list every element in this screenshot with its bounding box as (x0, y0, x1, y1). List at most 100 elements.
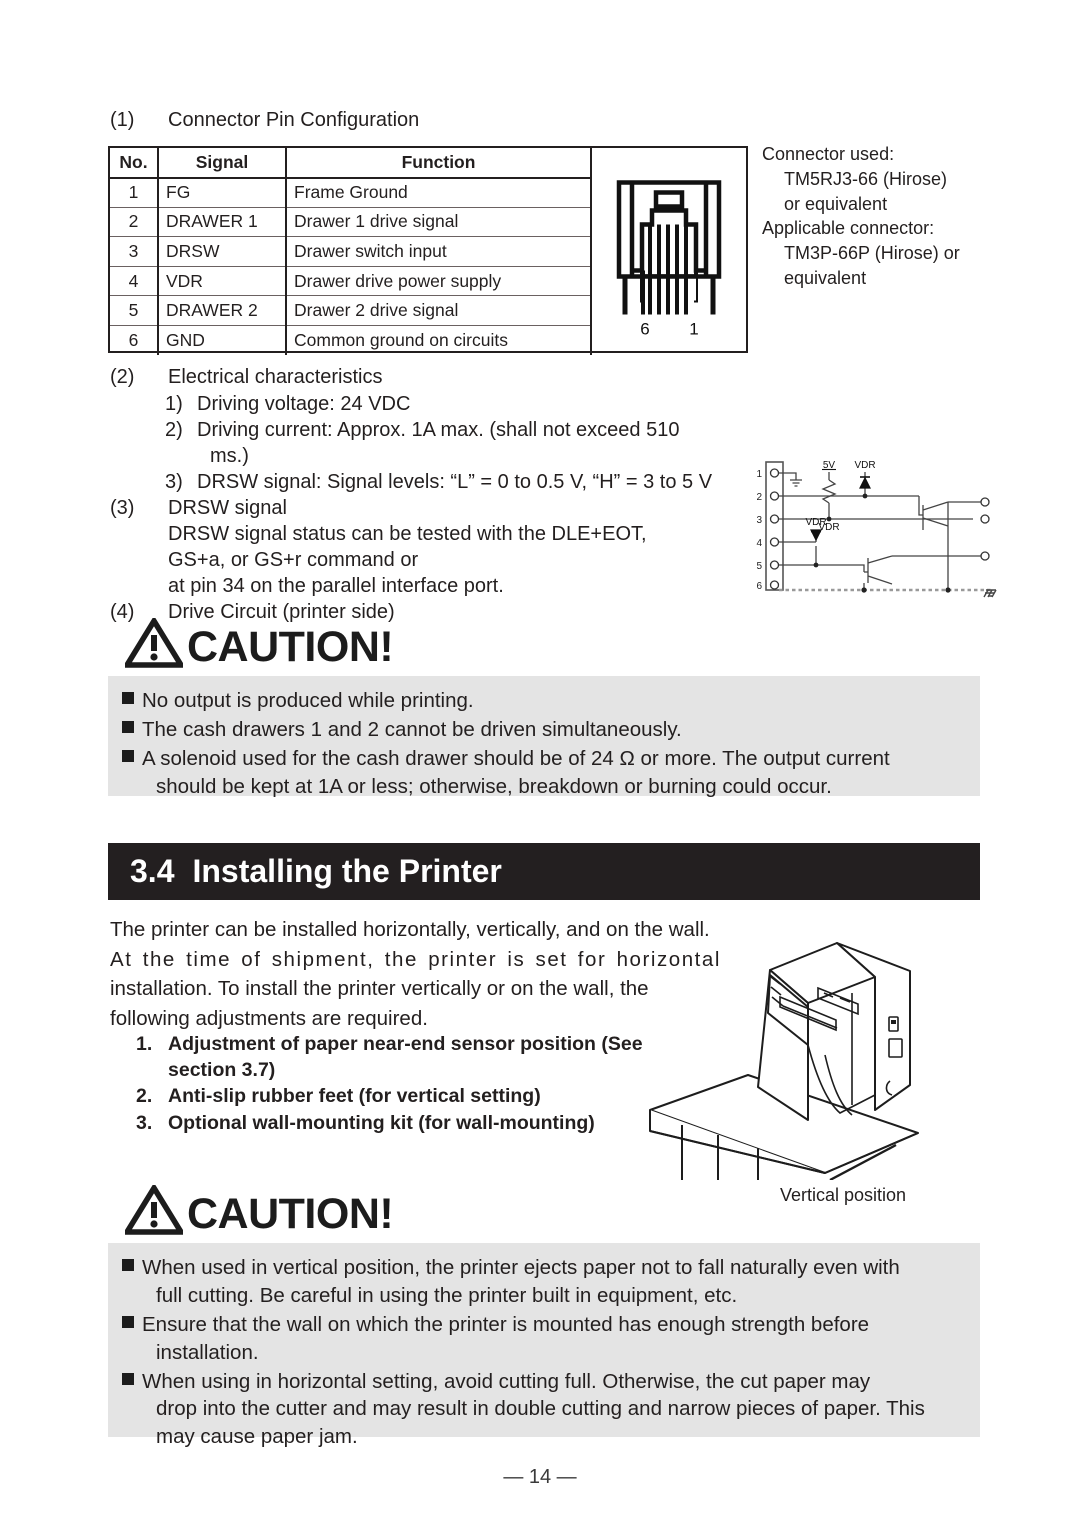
cell-signal: DRAWER 1 (158, 207, 287, 238)
connector-pin-label-6: 6 (640, 319, 649, 337)
section-1-heading: (1) Connector Pin Configuration (110, 108, 419, 134)
drsw-line-3-text: at pin 34 on the parallel interface port… (168, 575, 504, 597)
connector-note-line-6: equivalent (784, 268, 867, 289)
connector-note-line-1: Connector used: (762, 144, 895, 164)
section-1-title: Connector Pin Configuration (168, 109, 420, 131)
circuit-pin-label-1: 1 (756, 469, 762, 480)
caution-1-item: A solenoid used for the cash drawer shou… (122, 745, 966, 801)
cell-function: Common ground on circuits (286, 325, 592, 356)
intro-line-4: following adjustments are required. (110, 1006, 428, 1030)
connector-note-line-3: or equivalent (784, 193, 888, 214)
cell-signal: DRSW (158, 236, 287, 267)
connector-pin-table: No. Signal Function 1 FG Frame Ground 2 … (108, 146, 748, 356)
circuit-pin-label-4: 4 (756, 538, 762, 549)
circuit-pin-label-5: 5 (756, 561, 762, 572)
caution-1-box: No output is produced while printing. Th… (108, 676, 980, 798)
caution-2-item1-line1: When used in vertical position, the prin… (142, 1256, 900, 1279)
drsw-line-1: DRSW signal status can be tested with th… (168, 522, 647, 548)
caution-2-item-text: When used in vertical position, the prin… (142, 1254, 966, 1310)
cell-signal: VDR (158, 266, 287, 297)
bullet-square-icon (122, 745, 142, 801)
connector-note-line-2: TM5RJ3-66 (Hirose) (784, 168, 948, 189)
caution-1-item: No output is produced while printing. (122, 687, 966, 715)
caution-1-item-text-line1: A solenoid used for the cash drawer shou… (142, 746, 890, 770)
caution-2-item1-line2: full cutting. Be careful in using the pr… (156, 1283, 738, 1307)
column-header-signal: Signal (158, 148, 287, 179)
electrical-item-2-cont: ms.) (210, 444, 249, 470)
caution-1-heading: CAUTION! (125, 618, 394, 672)
list-item-number: 1. (136, 1033, 153, 1055)
caution-2-item2-line1: Ensure that the wall on which the printe… (142, 1312, 870, 1336)
warning-triangle-icon (125, 1185, 183, 1235)
section-2-heading: (2) Electrical characteristics (110, 365, 383, 391)
table-row: 5 DRAWER 2 Drawer 2 drive signal (110, 295, 592, 327)
electrical-item-2-number: 2) (165, 419, 183, 441)
electrical-item-3-text: DRSW signal: Signal levels: “L” = 0 to 0… (197, 471, 713, 493)
caution-2-item-text: Ensure that the wall on which the printe… (142, 1311, 966, 1367)
electrical-item-2-cont-text: ms.) (210, 445, 249, 467)
section-2-number: (2) (110, 366, 135, 388)
caution-2-item3-line2: drop into the cutter and may result in d… (156, 1397, 925, 1421)
drive-circuit-schematic: 1 2 3 4 5 6 5V VDR VDR VDR (756, 460, 997, 598)
electrical-item-3-number: 3) (165, 471, 183, 493)
intro-line-3: installation. To install the printer ver… (110, 977, 649, 1001)
caution-1-item-text-line2: should be kept at 1A or less; otherwise,… (156, 774, 832, 798)
table-row: 1 FG Frame Ground (110, 177, 592, 208)
drsw-line-3: at pin 34 on the parallel interface port… (168, 574, 504, 600)
caution-2-heading: CAUTION! (125, 1185, 394, 1236)
caution-1-label: CAUTION! (187, 623, 394, 672)
section-bar-number: 3.4 (130, 853, 175, 889)
electrical-item-1-number: 1) (165, 393, 183, 415)
cell-function: Drawer 2 drive signal (286, 295, 592, 327)
electrical-item-1-text: Driving voltage: 24 VDC (197, 393, 411, 415)
bullet-square-icon (122, 716, 142, 744)
connector-note-line-5: TM3P-66P (Hirose) or (784, 243, 960, 264)
connector-pin-label-1: 1 (689, 319, 698, 337)
cell-no: 4 (110, 266, 159, 297)
drsw-line-2: GS+a, or GS+r command or (168, 548, 418, 574)
circuit-pin-label-2: 2 (756, 492, 762, 503)
connector-illustration-cell: 6 1 (592, 148, 746, 351)
page-number: — 14 — (503, 1466, 577, 1488)
caution-2-item-text: When using in horizontal setting, avoid … (142, 1368, 966, 1452)
cell-signal: GND (158, 325, 287, 356)
rj-connector-icon: 6 1 (616, 179, 722, 337)
printer-illustration-svg (649, 942, 919, 1182)
intro-line-1: The printer can be installed horizontall… (110, 918, 710, 941)
bullet-square-icon (122, 687, 142, 715)
electrical-item-2-text: Driving current: Approx. 1A max. (shall … (197, 419, 680, 441)
connector-note-line-4: Applicable connector: (762, 218, 935, 239)
illustration-caption: Vertical position (780, 1185, 907, 1205)
cell-function: Drawer 1 drive signal (286, 207, 592, 238)
section-3-heading: (3) DRSW signal (110, 496, 287, 522)
section-3-number: (3) (110, 497, 135, 519)
bullet-square-icon (122, 1368, 142, 1452)
circuit-label-vdr-top: VDR (854, 460, 875, 471)
column-header-no: No. (110, 148, 159, 179)
drsw-line-2-text: GS+a, or GS+r command or (168, 549, 419, 571)
caution-2-item: When used in vertical position, the prin… (122, 1254, 966, 1310)
list-item-number: 3. (136, 1112, 153, 1135)
cell-signal: FG (158, 177, 287, 208)
list-item-text-line1: Adjustment of paper near-end sensor posi… (168, 1033, 643, 1055)
caution-1-item: The cash drawers 1 and 2 cannot be drive… (122, 716, 966, 744)
bullet-square-icon (122, 1311, 142, 1367)
electrical-item-1: 1) Driving voltage: 24 VDC (165, 392, 410, 418)
circuit-pin-label-6: 6 (756, 581, 762, 592)
table-row: 2 DRAWER 1 Drawer 1 drive signal (110, 207, 592, 238)
list-item-number: 2. (136, 1085, 153, 1108)
table-row: 3 DRSW Drawer switch input (110, 236, 592, 267)
caution-1-item-text: The cash drawers 1 and 2 cannot be drive… (142, 717, 682, 741)
cell-no: 3 (110, 236, 159, 267)
drsw-line-1-text: DRSW signal status can be tested with th… (168, 523, 647, 545)
cell-no: 2 (110, 207, 159, 238)
electrical-item-2: 2) Driving current: Approx. 1A max. (sha… (165, 418, 679, 444)
cell-no: 1 (110, 177, 159, 208)
circuit-pin-label-3: 3 (756, 515, 762, 526)
cell-signal: DRAWER 2 (158, 295, 287, 327)
drive-circuit-diagram: 1 2 3 4 5 6 5V VDR VDR VDR (752, 450, 1012, 615)
circuit-label-vdr-low: VDR (805, 517, 826, 528)
connector-used-note: Connector used: TM5RJ3-66 (Hirose) or eq… (762, 142, 1062, 291)
section-2-title: Electrical characteristics (168, 366, 383, 388)
column-header-function: Function (286, 148, 592, 179)
